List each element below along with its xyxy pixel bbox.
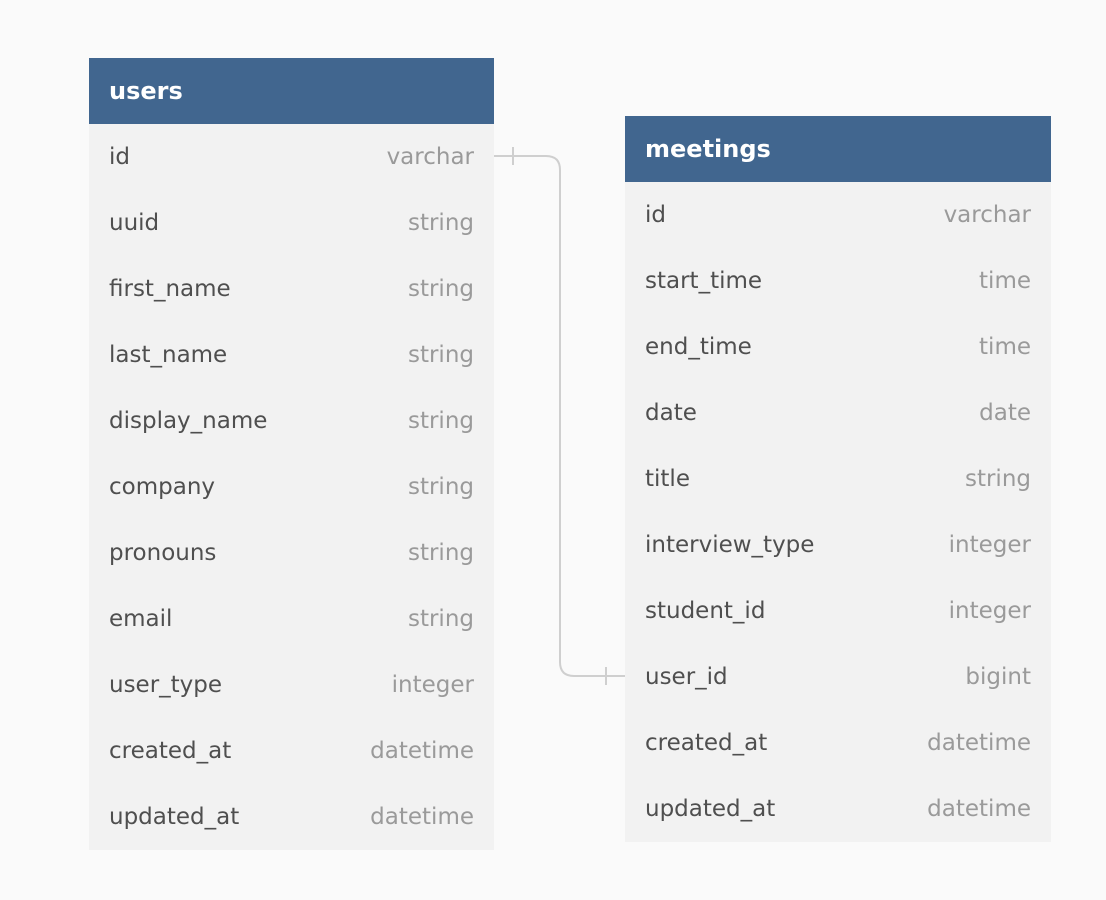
field-type: datetime — [370, 804, 474, 830]
table-meetings[interactable]: meetings id varchar start_time time end_… — [625, 116, 1051, 842]
field-name: title — [645, 466, 690, 492]
table-meetings-row-created-at[interactable]: created_at datetime — [625, 710, 1051, 776]
table-users-row-last-name[interactable]: last_name string — [89, 322, 494, 388]
field-name: email — [109, 606, 173, 632]
table-users-row-uuid[interactable]: uuid string — [89, 190, 494, 256]
table-meetings-row-interview-type[interactable]: interview_type integer — [625, 512, 1051, 578]
table-users-header[interactable]: users — [89, 58, 494, 124]
table-users-row-email[interactable]: email string — [89, 586, 494, 652]
table-meetings-row-student-id[interactable]: student_id integer — [625, 578, 1051, 644]
table-meetings-header[interactable]: meetings — [625, 116, 1051, 182]
field-type: integer — [948, 532, 1031, 558]
field-name: pronouns — [109, 540, 217, 566]
field-type: string — [407, 210, 474, 236]
field-type: varchar — [943, 202, 1031, 228]
field-type: integer — [948, 598, 1031, 624]
field-type: datetime — [927, 796, 1031, 822]
field-type: string — [964, 466, 1031, 492]
table-users[interactable]: users id varchar uuid string first_name … — [89, 58, 494, 850]
table-users-row-updated-at[interactable]: updated_at datetime — [89, 784, 494, 850]
er-diagram-canvas: users id varchar uuid string first_name … — [0, 0, 1106, 900]
field-type: string — [407, 540, 474, 566]
field-name: id — [645, 202, 666, 228]
field-name: student_id — [645, 598, 766, 624]
field-name: created_at — [109, 738, 232, 764]
relation-connector-line — [494, 155, 625, 677]
field-type: varchar — [386, 144, 474, 170]
table-meetings-row-updated-at[interactable]: updated_at datetime — [625, 776, 1051, 842]
table-users-row-id[interactable]: id varchar — [89, 124, 494, 190]
field-type: datetime — [370, 738, 474, 764]
field-name: first_name — [109, 276, 231, 302]
table-users-row-pronouns[interactable]: pronouns string — [89, 520, 494, 586]
table-meetings-row-start-time[interactable]: start_time time — [625, 248, 1051, 314]
field-type: date — [979, 400, 1031, 426]
field-type: integer — [391, 672, 474, 698]
table-meetings-row-title[interactable]: title string — [625, 446, 1051, 512]
table-users-row-company[interactable]: company string — [89, 454, 494, 520]
field-type: string — [407, 408, 474, 434]
field-name: end_time — [645, 334, 752, 360]
field-name: last_name — [109, 342, 228, 368]
field-name: company — [109, 474, 216, 500]
field-type: string — [407, 606, 474, 632]
field-type: time — [979, 334, 1031, 360]
field-name: start_time — [645, 268, 763, 294]
field-type: string — [407, 276, 474, 302]
field-type: bigint — [965, 664, 1031, 690]
field-name: created_at — [645, 730, 768, 756]
field-name: id — [109, 144, 130, 170]
field-name: interview_type — [645, 532, 815, 558]
field-name: uuid — [109, 210, 160, 236]
table-users-row-first-name[interactable]: first_name string — [89, 256, 494, 322]
field-name: user_type — [109, 672, 223, 698]
field-name: display_name — [109, 408, 268, 434]
field-name: user_id — [645, 664, 728, 690]
field-type: string — [407, 474, 474, 500]
field-type: datetime — [927, 730, 1031, 756]
table-meetings-row-end-time[interactable]: end_time time — [625, 314, 1051, 380]
table-users-row-display-name[interactable]: display_name string — [89, 388, 494, 454]
table-users-row-created-at[interactable]: created_at datetime — [89, 718, 494, 784]
table-meetings-row-user-id[interactable]: user_id bigint — [625, 644, 1051, 710]
field-name: date — [645, 400, 697, 426]
table-users-row-user-type[interactable]: user_type integer — [89, 652, 494, 718]
field-name: updated_at — [109, 804, 240, 830]
field-type: time — [979, 268, 1031, 294]
table-meetings-row-id[interactable]: id varchar — [625, 182, 1051, 248]
field-name: updated_at — [645, 796, 776, 822]
table-meetings-row-date[interactable]: date date — [625, 380, 1051, 446]
field-type: string — [407, 342, 474, 368]
